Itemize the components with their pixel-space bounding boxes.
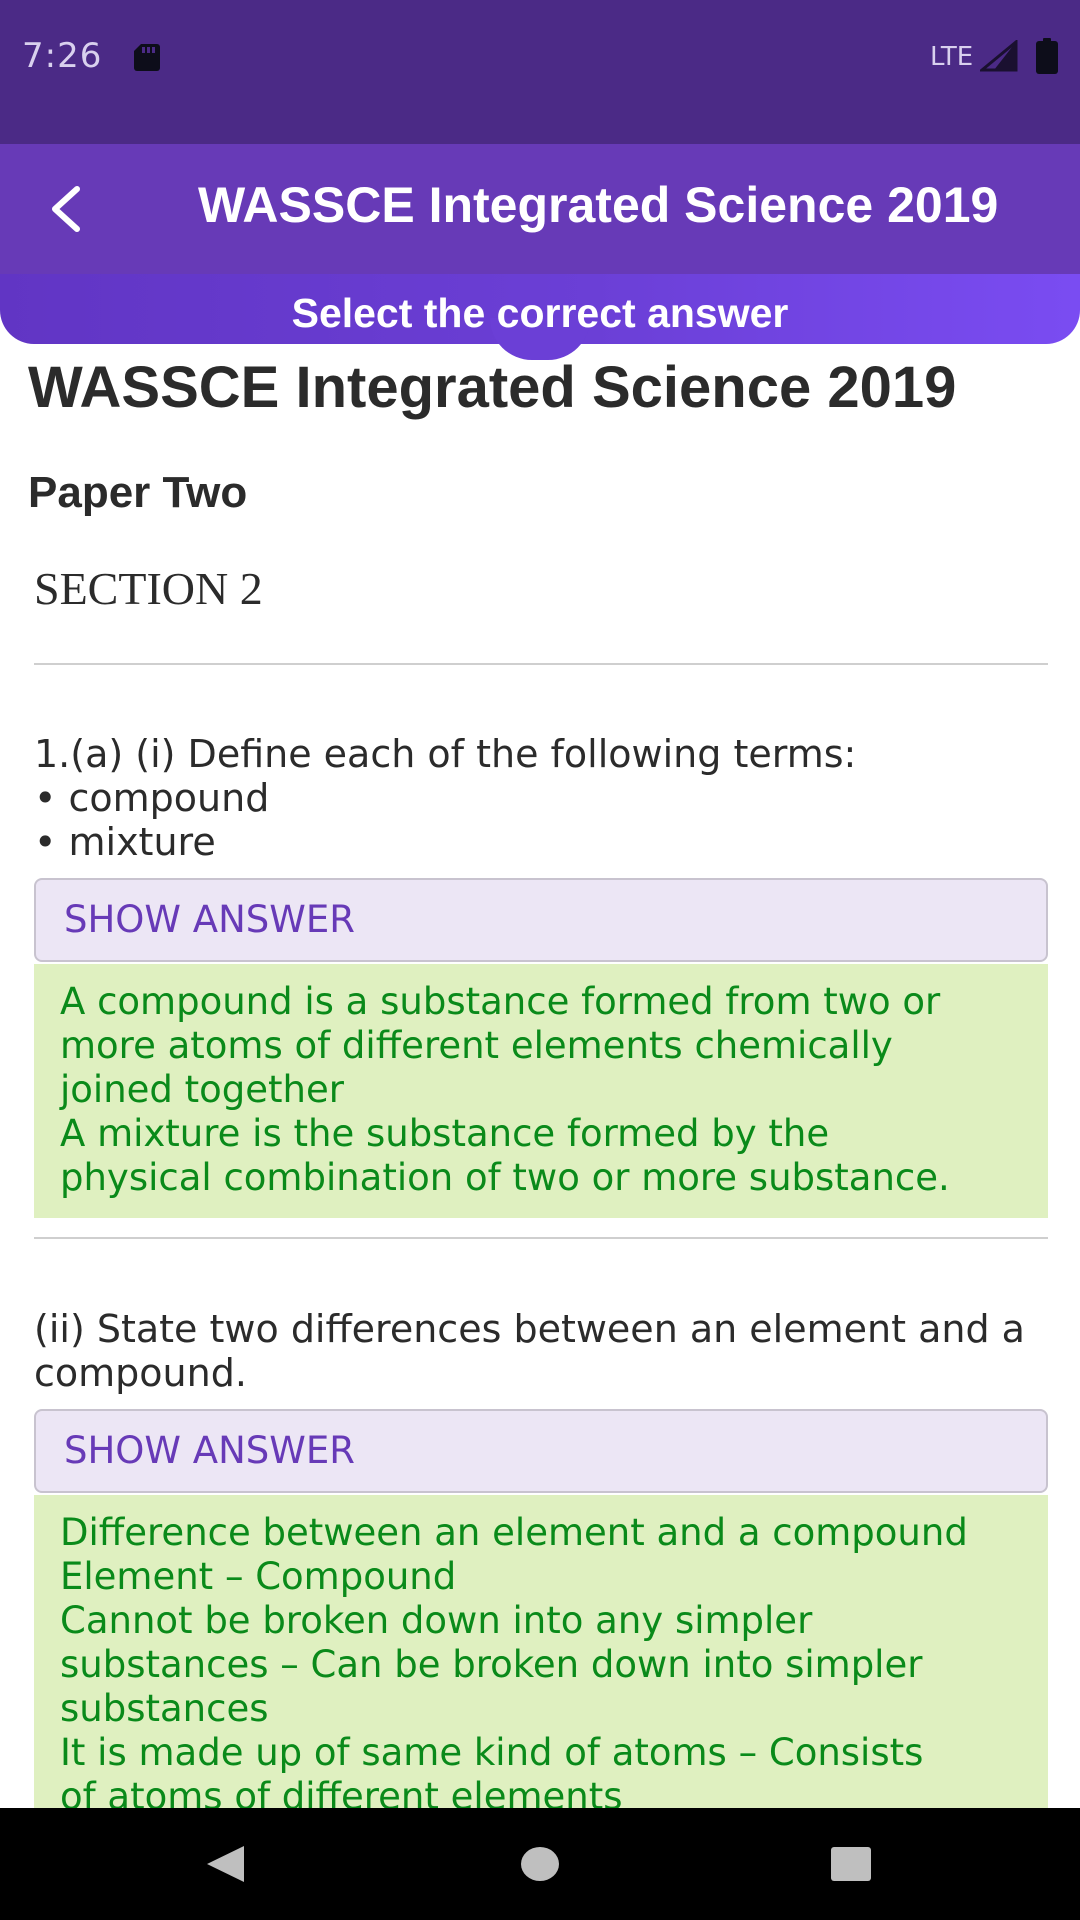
answer-line: A compound is a substance formed from tw… (60, 980, 941, 1023)
answer-box: A compound is a substance formed from tw… (34, 964, 1048, 1218)
divider (34, 1237, 1048, 1239)
chevron-left-icon (52, 186, 80, 232)
answer-box: Difference between an element and a comp… (34, 1495, 1048, 1808)
question-text: (ii) State two differences between an el… (34, 1307, 1048, 1395)
question-text: 1.(a) (i) Define each of the following t… (34, 732, 1048, 864)
content-scroll-area[interactable]: WASSCE Integrated Science 2019 Paper Two… (0, 344, 1080, 1808)
home-circle-icon[interactable] (520, 1845, 560, 1883)
signal-icon (980, 40, 1018, 72)
back-button[interactable] (26, 170, 104, 248)
sd-card-icon (134, 44, 160, 71)
section-heading: SECTION 2 (34, 563, 263, 614)
divider (34, 663, 1048, 665)
status-time: 7:26 (22, 36, 103, 76)
back-triangle-icon[interactable] (204, 1844, 246, 1884)
network-type-label: LTE (930, 42, 974, 72)
answer-line: Cannot be broken down into any simpler (60, 1599, 813, 1642)
question-line: (ii) State two differences between an el… (34, 1307, 1025, 1351)
instruction-text: Select the correct answer (291, 290, 789, 336)
show-answer-button[interactable]: SHOW ANSWER (34, 878, 1048, 962)
battery-icon (1036, 38, 1058, 74)
question-line: • compound (34, 776, 270, 820)
status-bar: 7:26 LTE (0, 0, 1080, 144)
answer-line: substances – Can be broken down into sim… (60, 1643, 923, 1686)
answer-line: physical combination of two or more subs… (60, 1156, 950, 1199)
show-answer-button[interactable]: SHOW ANSWER (34, 1409, 1048, 1493)
question-line: 1.(a) (i) Define each of the following t… (34, 732, 857, 776)
answer-line: It is made up of same kind of atoms – Co… (60, 1731, 924, 1774)
app-bar-title: WASSCE Integrated Science 2019 (198, 177, 999, 233)
answer-line: Difference between an element and a comp… (60, 1511, 968, 1554)
system-navigation-bar (0, 1808, 1080, 1920)
paper-heading: Paper Two (28, 468, 248, 517)
answer-line: joined together (60, 1068, 344, 1111)
answer-line: Element – Compound (60, 1555, 457, 1598)
answer-line: substances (60, 1687, 269, 1730)
app-bar: WASSCE Integrated Science 2019 (0, 144, 1080, 274)
recents-square-icon[interactable] (830, 1846, 872, 1882)
answer-line: A mixture is the substance formed by the (60, 1112, 830, 1155)
page-title: WASSCE Integrated Science 2019 (28, 355, 957, 420)
answer-line: more atoms of different elements chemica… (60, 1024, 893, 1067)
answer-line: of atoms of different elements (60, 1775, 623, 1808)
question-line: compound. (34, 1351, 247, 1395)
question-line: • mixture (34, 820, 216, 864)
